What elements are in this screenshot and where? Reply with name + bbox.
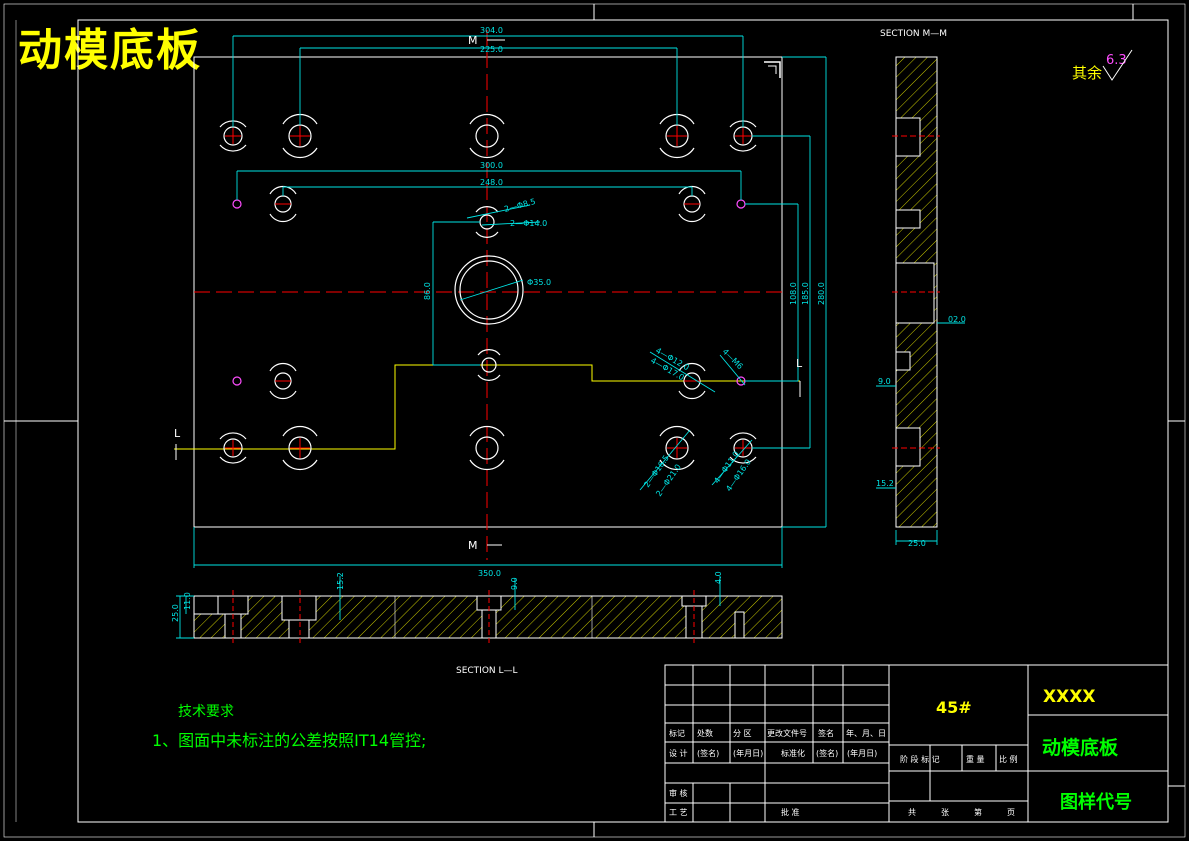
- plate-top-view: [174, 30, 801, 560]
- cad-drawing: 304.0 225.0 300.0 248.0 2—Φ8.5 2—Φ14.0 Φ…: [3, 3, 1186, 838]
- dim-right-v3: 280.0: [817, 282, 826, 305]
- dim-ll-152: 15.2: [336, 572, 345, 590]
- tb-material: 45#: [936, 698, 972, 717]
- tb-craft: 工 艺: [669, 808, 688, 817]
- dim-ll-40: 4.0: [714, 571, 723, 584]
- dim-section-depth: 02.0: [948, 315, 966, 324]
- dim-hole-small-2: 2—Φ14.0: [510, 219, 547, 228]
- dim-ll-90: 9.0: [510, 577, 519, 590]
- dim-ll-left-25: 25.0: [171, 604, 180, 622]
- dim-section-thick: 25.0: [908, 539, 926, 548]
- tb-row2-5: (年月日): [847, 748, 877, 758]
- dim-top-inner: 225.0: [480, 45, 503, 54]
- tb-sheet-3: 页: [1007, 808, 1015, 817]
- tb-row1-1: 处数: [697, 728, 713, 738]
- tb-row2-0: 设 计: [669, 748, 688, 758]
- dim-right-v2: 185.0: [801, 282, 810, 305]
- tb-row1-0: 标记: [669, 728, 685, 738]
- dim-section-9: 9.0: [878, 377, 891, 386]
- dim-bottom-width: 350.0: [478, 569, 501, 578]
- tb-row2-2: (年月日): [733, 748, 763, 758]
- roughness-value: 6.3: [1106, 53, 1127, 68]
- roughness-prefix: 其余: [1072, 64, 1102, 82]
- section-mm-label: SECTION M—M: [880, 29, 947, 39]
- section-ll: 25.0 11.0 15.2 9.0 4.0 SECTION L—L: [171, 571, 783, 676]
- tb-row2-1: (签名): [697, 748, 719, 758]
- tb-sheet-2: 第: [974, 807, 982, 817]
- tb-row1-3: 更改文件号: [767, 728, 807, 738]
- tb-sheet-1: 张: [941, 808, 949, 817]
- tb-sheet-0: 共: [908, 808, 916, 817]
- dim-mid-right-c: 4—M6: [721, 347, 745, 371]
- roughness-note: 其余 6.3: [1072, 49, 1133, 82]
- tb-row1-2: 分 区: [733, 729, 752, 738]
- dimension-texts: 304.0 225.0 300.0 248.0 2—Φ8.5 2—Φ14.0 Φ…: [423, 26, 826, 578]
- dim-top-outer: 304.0: [480, 26, 503, 35]
- tb-row1-5: 年、月、日: [846, 728, 886, 738]
- dim-vertical-center: 86.0: [423, 282, 432, 300]
- tb-stage-2: 比 例: [999, 754, 1018, 764]
- dim-hole-small-1: 2—Φ8.5: [503, 197, 536, 214]
- dim-ll-left-11: 11.0: [183, 592, 192, 610]
- cut-label-l-right: L: [796, 357, 803, 370]
- section-ll-label: SECTION L—L: [456, 666, 518, 676]
- cut-label-m-bottom: M: [468, 539, 478, 552]
- section-mm: 25.0 02.0 9.0 15.2 SECTION M—M: [876, 29, 966, 548]
- tb-row2-3: 标准化: [781, 748, 805, 758]
- dim-right-v1: 108.0: [789, 282, 798, 305]
- tb-part-name: 动模底板: [1042, 736, 1119, 759]
- tb-drawing-no: 图样代号: [1060, 791, 1132, 813]
- dim-center-bore: Φ35.0: [527, 278, 551, 287]
- tech-requirements: 技术要求 1、图面中未标注的公差按照IT14管控;: [152, 704, 426, 750]
- tb-stage-0: 阶 段 标 记: [900, 754, 940, 764]
- tech-heading: 技术要求: [178, 704, 234, 720]
- dim-section-152: 15.2: [876, 479, 894, 488]
- tb-row1-4: 签名: [818, 728, 834, 738]
- dim-r2-inner: 248.0: [480, 178, 503, 187]
- cut-label-m-top: M: [468, 34, 478, 47]
- tb-approve: 批 准: [781, 807, 800, 817]
- dim-r2-outer: 300.0: [480, 161, 503, 170]
- cut-label-l-left: L: [174, 427, 181, 440]
- tech-line-1: 1、图面中未标注的公差按照IT14管控;: [152, 731, 426, 750]
- tb-review: 审 核: [669, 788, 688, 798]
- tb-company: XXXX: [1043, 687, 1095, 707]
- tb-stage-1: 重 量: [966, 754, 985, 764]
- tb-row2-4: (签名): [816, 748, 838, 758]
